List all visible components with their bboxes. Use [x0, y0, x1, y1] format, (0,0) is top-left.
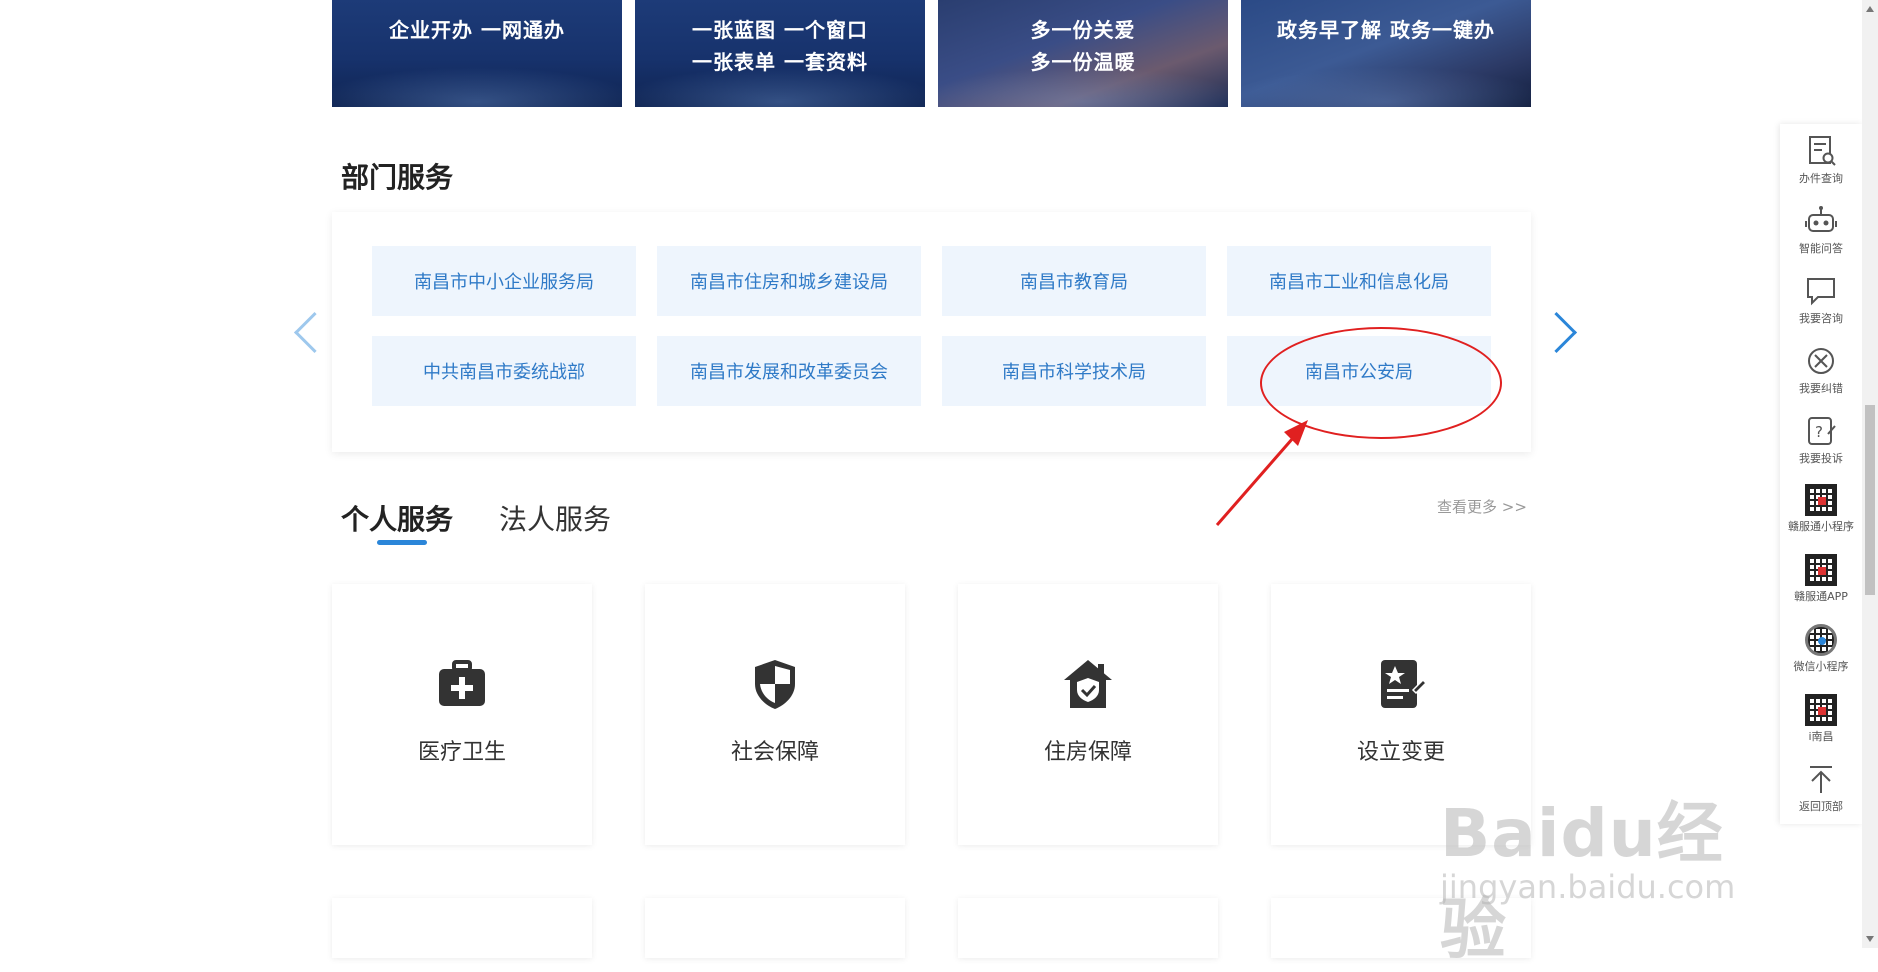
sidebar-item-consult[interactable]: 我要咨询 [1780, 268, 1862, 338]
dept-button[interactable]: 南昌市中小企业服务局 [372, 246, 636, 316]
dept-button[interactable]: 南昌市教育局 [942, 246, 1206, 316]
dept-button[interactable]: 南昌市科学技术局 [942, 336, 1206, 406]
sidebar-item-wechat-miniprogram[interactable]: 微信小程序 [1780, 618, 1862, 688]
view-more-link[interactable]: 查看更多 >> [1437, 496, 1527, 517]
sidebar-item-gft-miniprogram[interactable]: 赣服通小程序 [1780, 478, 1862, 548]
banner-government-affairs[interactable]: 政务早了解 政务一键办 [1241, 0, 1531, 107]
service-card-medical[interactable]: 医疗卫生 [332, 584, 592, 845]
sidebar-item-label: 赣服通APP [1794, 590, 1848, 603]
service-card-partial[interactable] [645, 898, 905, 958]
document-star-icon [1373, 656, 1429, 712]
banner-text: 多一份温暖 [1030, 50, 1136, 74]
banner-text: 政务早了解 政务一键办 [1277, 18, 1495, 42]
banner-strip: 企业开办 一网通办 一张蓝图 一个窗口 一张表单 一套资料 多一份关爱 多一份温… [332, 0, 1531, 108]
chat-bubble-icon [1807, 278, 1835, 306]
sidebar-item-gft-app[interactable]: 赣服通APP [1780, 548, 1862, 618]
banner-text: 企业开办 一网通办 [389, 18, 565, 42]
carousel-next-icon[interactable] [1535, 311, 1578, 354]
banner-enterprise[interactable]: 企业开办 一网通办 [332, 0, 622, 107]
robot-icon [1805, 206, 1837, 232]
sidebar-item-correction[interactable]: 我要纠错 [1780, 338, 1862, 408]
dept-button[interactable]: 南昌市工业和信息化局 [1227, 246, 1491, 316]
service-card-establish-change[interactable]: 设立变更 [1271, 584, 1531, 845]
scroll-up-icon[interactable] [1866, 6, 1874, 12]
medical-kit-icon [434, 656, 490, 712]
svg-text:?: ? [1815, 423, 1823, 441]
service-card-social-security[interactable]: 社会保障 [645, 584, 905, 845]
banner-text: 一张蓝图 一个窗口 [692, 18, 868, 42]
banner-text: 一张表单 一套资料 [692, 50, 868, 74]
sidebar-item-label: 办件查询 [1799, 172, 1843, 185]
service-card-label: 设立变更 [1356, 740, 1445, 765]
scrollbar-thumb[interactable] [1865, 405, 1875, 595]
banner-care[interactable]: 多一份关爱 多一份温暖 [938, 0, 1228, 107]
dept-section-title: 部门服务 [341, 161, 454, 194]
carousel-prev-icon[interactable] [293, 311, 336, 354]
dept-button[interactable]: 南昌市发展和改革委员会 [657, 336, 921, 406]
sidebar-item-label: 赣服通小程序 [1788, 520, 1854, 533]
service-card-partial[interactable] [1271, 898, 1531, 958]
qr-code-icon [1805, 484, 1837, 516]
service-card-housing[interactable]: 住房保障 [958, 584, 1218, 845]
annotation-arrow-icon [1215, 420, 1308, 526]
sidebar-item-label: i南昌 [1808, 730, 1834, 743]
sidebar-item-label: 微信小程序 [1793, 660, 1849, 673]
qr-code-icon [1805, 554, 1837, 586]
floating-sidebar: 办件查询 智能问答 我要咨询 我要纠错 ? 我要投诉 赣服通小程序 赣服通APP… [1780, 124, 1862, 824]
sidebar-item-label: 我要纠错 [1799, 382, 1843, 395]
house-shield-icon [1060, 656, 1116, 712]
sidebar-item-label: 我要咨询 [1799, 312, 1843, 325]
tab-corporate-services[interactable]: 法人服务 [499, 498, 611, 538]
dept-button[interactable]: 南昌市住房和城乡建设局 [657, 246, 921, 316]
shield-icon [747, 656, 803, 712]
sidebar-item-smart-qa[interactable]: 智能问答 [1780, 198, 1862, 268]
back-to-top-icon [1810, 766, 1832, 793]
sidebar-item-label: 返回顶部 [1799, 800, 1843, 813]
sidebar-item-label: 我要投诉 [1799, 452, 1843, 465]
document-search-icon [1809, 136, 1836, 166]
tab-personal-services[interactable]: 个人服务 [341, 498, 453, 538]
qr-code-icon [1805, 694, 1837, 726]
scrollbar[interactable] [1862, 0, 1878, 948]
dept-button[interactable]: 中共南昌市委统战部 [372, 336, 636, 406]
sidebar-item-i-nanchang[interactable]: i南昌 [1780, 688, 1862, 758]
complaint-icon: ? [1808, 417, 1836, 445]
banner-text: 多一份关爱 [1030, 18, 1136, 42]
service-card-partial[interactable] [958, 898, 1218, 958]
service-card-label: 住房保障 [1043, 740, 1132, 765]
sidebar-item-back-to-top[interactable]: 返回顶部 [1780, 756, 1862, 826]
service-card-partial[interactable] [332, 898, 592, 958]
mini-program-code-icon [1805, 624, 1837, 656]
service-card-label: 社会保障 [730, 740, 819, 765]
banner-blueprint[interactable]: 一张蓝图 一个窗口 一张表单 一套资料 [635, 0, 925, 107]
active-tab-indicator [377, 540, 427, 545]
sidebar-item-label: 智能问答 [1799, 242, 1843, 255]
sidebar-item-complaint[interactable]: ? 我要投诉 [1780, 408, 1862, 478]
error-circle-icon [1808, 348, 1834, 374]
scroll-down-icon[interactable] [1866, 936, 1874, 942]
sidebar-item-case-query[interactable]: 办件查询 [1780, 128, 1862, 198]
service-card-label: 医疗卫生 [417, 740, 506, 765]
